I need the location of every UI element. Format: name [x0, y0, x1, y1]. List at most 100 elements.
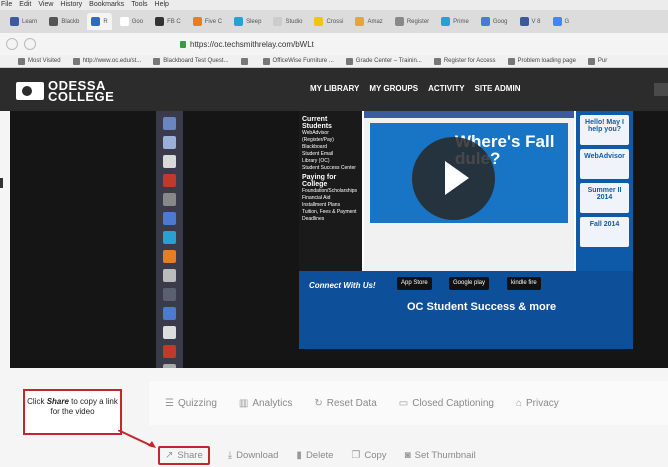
app-store-badge: App Store: [397, 277, 432, 290]
browser-tab[interactable]: Register: [391, 13, 433, 30]
left-item: Financial Aid: [302, 195, 331, 201]
bookmark-item[interactable]: Grade Center – Trainin...: [345, 57, 422, 65]
url-text: https://oc.techsmithrelay.com/bWLt: [190, 39, 314, 49]
bookmark-label: Most Visited: [28, 58, 61, 64]
forward-icon[interactable]: [24, 38, 36, 50]
tab-favicon-icon: [10, 17, 19, 26]
left-item: Student Email: [302, 151, 334, 157]
bookmarks-bar: Most Visited http://www.oc.edu/st... Black…: [0, 55, 668, 68]
reset-data-button[interactable]: ↻ Reset Data: [314, 398, 376, 409]
browser-tab[interactable]: FB C: [151, 13, 185, 30]
left-item: Blackboard: [302, 144, 328, 150]
download-label: Download: [236, 449, 279, 461]
nav-site-admin[interactable]: SITE ADMIN: [475, 84, 521, 93]
video-left-menu: Current Students WebAdvisor (Register/Pa…: [299, 111, 362, 271]
video-footer: Connect With Us! App Store Google play k…: [299, 271, 633, 349]
nav-my-library[interactable]: MY LIBRARY: [310, 84, 359, 93]
share-button[interactable]: ↗ Share: [158, 445, 210, 465]
tab-label: Crossi: [326, 18, 344, 25]
media-tools-bar: ☰ Quizzing ▥ Analytics ↻ Reset Data ▭ Closed…: [149, 381, 668, 425]
copy-icon: ❐: [351, 449, 361, 461]
bookmark-item[interactable]: [240, 57, 251, 65]
tab-label: Five C: [204, 18, 223, 25]
tab-favicon-icon: [155, 17, 165, 26]
bookmark-item[interactable]: Pur: [587, 57, 608, 65]
success-text: OC Student Success & more: [407, 301, 557, 313]
reset-data-label: Reset Data: [326, 397, 377, 409]
bookmark-icon: [433, 57, 441, 65]
tab-favicon-icon: [49, 17, 59, 26]
left-heading-paying: Paying for College: [302, 174, 337, 188]
menu-history[interactable]: History: [60, 0, 82, 10]
site-nav: MY LIBRARY MY GROUPS ACTIVITY SITE ADMIN: [310, 84, 520, 93]
copy-button[interactable]: ❐ Copy: [351, 450, 386, 461]
lock-icon: [180, 40, 186, 48]
logo-mark-icon: [16, 82, 44, 100]
delete-button[interactable]: ▮ Delete: [296, 450, 333, 461]
menu-help[interactable]: Help: [155, 0, 169, 10]
menu-file[interactable]: File: [1, 0, 12, 10]
menu-tools[interactable]: Tools: [131, 0, 147, 10]
download-button[interactable]: ⤓ Download: [228, 450, 279, 461]
bookmark-label: http://www.oc.edu/st...: [82, 58, 142, 64]
browser-tab[interactable]: V 8: [516, 13, 545, 30]
closed-captioning-button[interactable]: ▭ Closed Captioning: [399, 398, 494, 409]
browser-tab[interactable]: G: [549, 13, 574, 30]
browser-tab[interactable]: Learn: [6, 13, 41, 30]
left-item: Foundation/Scholarships: [302, 188, 358, 194]
browser-tab[interactable]: Amaz: [351, 13, 386, 30]
quizzing-button[interactable]: ☰ Quizzing: [165, 398, 217, 409]
browser-tab[interactable]: Studio: [269, 13, 306, 30]
tab-label: V 8: [531, 18, 541, 25]
menu-edit[interactable]: Edit: [19, 0, 31, 10]
tab-label: R: [103, 18, 108, 25]
left-item: Library (OC): [302, 158, 330, 164]
tab-favicon-icon: [480, 17, 490, 26]
right-box-summer: Summer II 2014: [580, 183, 629, 213]
captions-icon: ▭: [398, 397, 409, 409]
bookmark-label: Pur: [597, 58, 608, 64]
browser-tab[interactable]: Goog: [477, 13, 512, 30]
menu-bookmarks[interactable]: Bookmarks: [89, 0, 124, 10]
menu-view[interactable]: View: [38, 0, 53, 10]
browser-tab[interactable]: Crossi: [310, 13, 347, 30]
bookmark-icon: [262, 57, 270, 65]
analytics-button[interactable]: ▥ Analytics: [239, 398, 292, 409]
address-field[interactable]: https://oc.techsmithrelay.com/bWLt: [180, 40, 314, 49]
desktop-dock: [156, 111, 183, 377]
bookmark-item[interactable]: Most Visited: [18, 57, 61, 65]
url-bar: https://oc.techsmithrelay.com/bWLt: [0, 33, 668, 55]
bookmark-item[interactable]: http://www.oc.edu/st...: [72, 57, 142, 65]
google-play-badge: Google play: [449, 277, 490, 290]
bookmark-item[interactable]: Problem loading page: [507, 57, 576, 65]
nav-my-groups[interactable]: MY GROUPS: [369, 84, 418, 93]
side-marker: [0, 178, 3, 188]
logo-line2: COLLEGE: [48, 89, 115, 104]
tab-favicon-icon: [273, 17, 283, 26]
bookmark-icon: [507, 57, 515, 65]
play-button[interactable]: [412, 137, 495, 220]
set-thumbnail-button[interactable]: ◙ Set Thumbnail: [405, 450, 476, 461]
browser-tab[interactable]: Prime: [437, 13, 473, 30]
bookmark-item[interactable]: OfficeWise Furniture ...: [262, 57, 334, 65]
bookmark-item[interactable]: Blackboard Test Quest...: [153, 57, 229, 65]
browser-tab[interactable]: Blackb: [45, 13, 83, 30]
tab-favicon-icon: [192, 17, 202, 26]
tab-favicon-icon: [91, 17, 101, 26]
browser-tab[interactable]: R: [87, 13, 112, 30]
privacy-button[interactable]: ⌂ Privacy: [516, 398, 559, 409]
back-icon[interactable]: [6, 38, 18, 50]
browser-tab[interactable]: Sleep: [230, 13, 265, 30]
bookmark-item[interactable]: Register for Access: [433, 57, 496, 65]
bookmark-label: Grade Center – Trainin...: [355, 58, 422, 64]
left-item: Tuition, Fees & Payment Deadlines: [302, 209, 357, 222]
odessa-college-logo[interactable]: ODESSA COLLEGE: [16, 79, 115, 104]
nav-activity[interactable]: ACTIVITY: [428, 84, 464, 93]
tab-favicon-icon: [441, 17, 451, 26]
video-right-column: Hello! May I help you? WebAdvisor Summer…: [576, 111, 633, 271]
user-menu[interactable]: [654, 83, 668, 96]
tab-label: Goo: [131, 18, 144, 25]
browser-tab[interactable]: Five C: [189, 13, 226, 30]
browser-tab[interactable]: Goo: [116, 13, 147, 30]
reset-icon: ↻: [314, 397, 323, 409]
